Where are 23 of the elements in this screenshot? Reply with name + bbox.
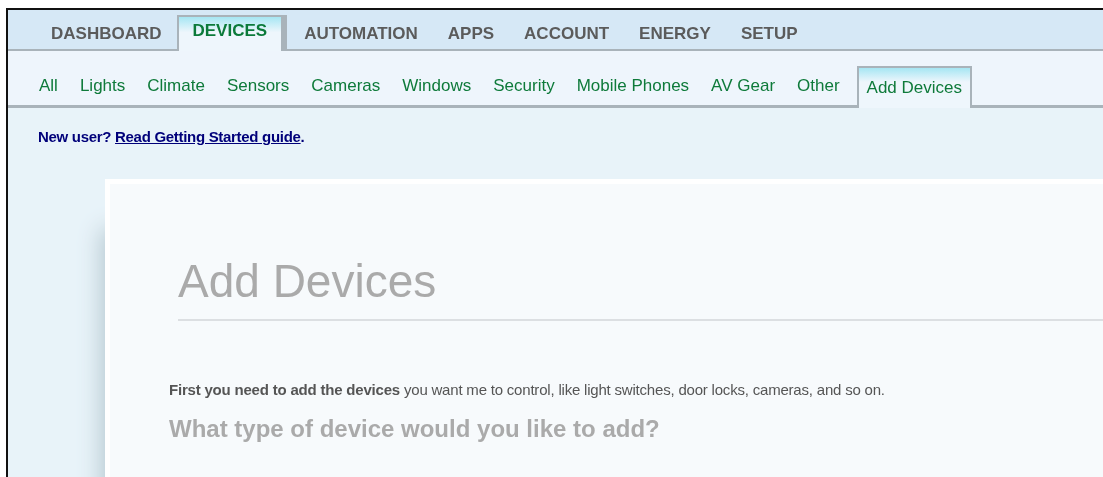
main-nav-tab[interactable]: SETUP <box>725 22 813 49</box>
sub-nav-tab[interactable]: Mobile Phones <box>565 76 701 105</box>
main-nav-tab[interactable]: APPS <box>432 22 510 49</box>
page-title: Add Devices <box>178 253 1103 321</box>
sub-nav-tab[interactable]: Sensors <box>215 76 301 105</box>
question-heading: What type of device would you like to add? <box>169 414 661 445</box>
sub-nav-tab[interactable]: Lights <box>68 76 137 105</box>
main-nav-tab[interactable]: AUTOMATION <box>289 22 433 49</box>
intro-text: First you need to add the devices you want me to control, like light switches, door locks, cameras, and so on. <box>169 379 886 400</box>
getting-started-link[interactable]: Read Getting Started guide <box>115 128 301 145</box>
main-nav-tab[interactable]: DEVICES <box>176 15 284 51</box>
main-nav-tab[interactable]: ENERGY <box>624 22 726 49</box>
sub-nav-tab[interactable]: Climate <box>136 76 216 105</box>
sub-nav-tab[interactable]: Cameras <box>300 76 392 105</box>
sub-nav-tab[interactable]: AV Gear <box>700 76 787 105</box>
sub-nav-tab[interactable]: All <box>39 76 69 105</box>
main-nav-tab[interactable]: DASHBOARD <box>36 22 177 49</box>
sub-nav-tab[interactable]: Other <box>786 76 851 105</box>
main-nav-tab[interactable]: ACCOUNT <box>509 22 625 49</box>
sub-nav-tab[interactable]: Windows <box>391 76 483 105</box>
notice-text: New user? Read Getting Started guide. <box>38 127 306 147</box>
sub-nav-tab[interactable]: Security <box>482 76 566 105</box>
sub-nav-tab[interactable]: Add Devices <box>856 66 972 108</box>
